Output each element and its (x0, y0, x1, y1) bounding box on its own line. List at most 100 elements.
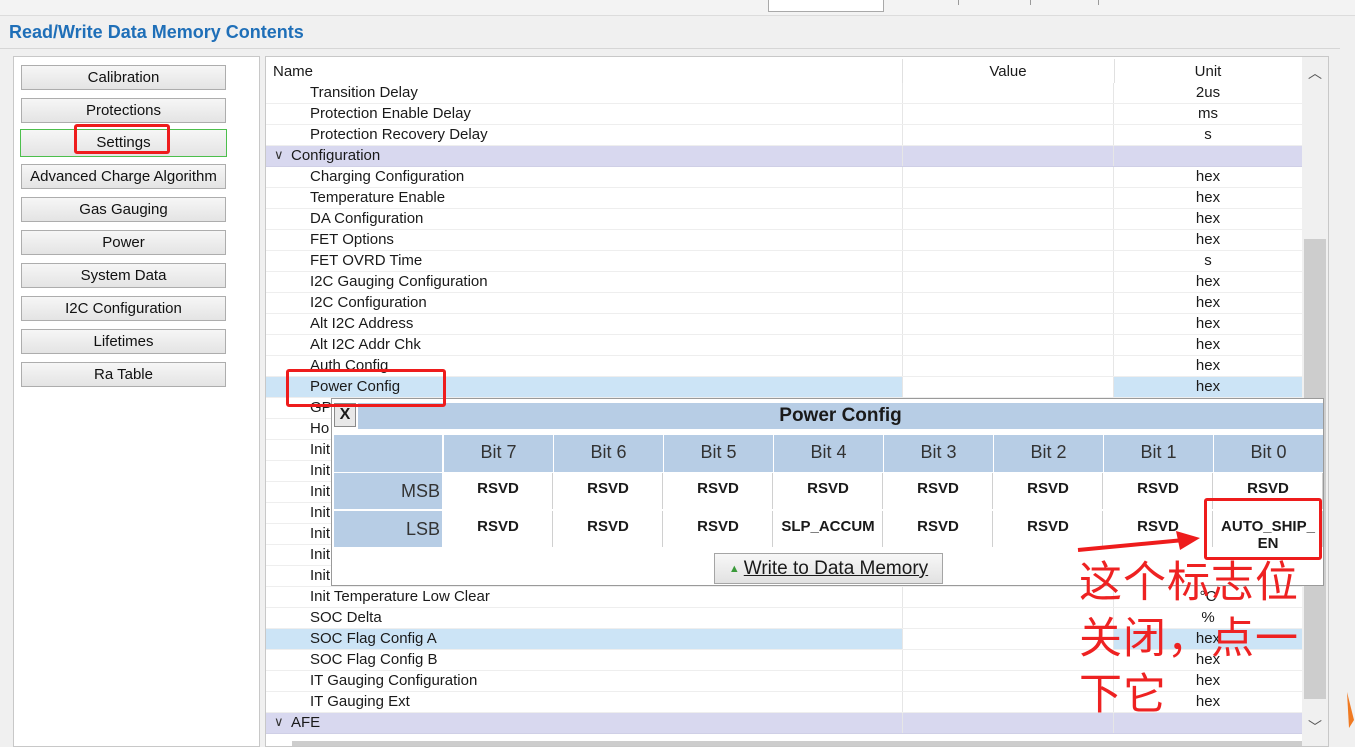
lsb-bit-cell[interactable]: RSVD (664, 511, 773, 547)
write-to-data-memory-button[interactable]: ▲ Write to Data Memory (714, 553, 943, 584)
row-value[interactable] (902, 146, 1114, 166)
nav-button-protections[interactable]: Protections (21, 98, 226, 123)
msb-bit-cell[interactable]: RSVD (994, 473, 1103, 509)
bit-header: Bit 2 (994, 435, 1103, 472)
row-name: AFE (291, 714, 321, 731)
row-value[interactable] (902, 230, 1114, 250)
row-value[interactable] (902, 377, 1114, 397)
row-unit: s (1204, 126, 1212, 143)
close-button[interactable]: X (334, 403, 356, 427)
column-header-row: Name Value Unit (266, 59, 1302, 85)
chevron-down-icon[interactable]: ∨ (274, 714, 284, 730)
nav-button-lifetimes[interactable]: Lifetimes (21, 329, 226, 354)
msb-bit-cell[interactable]: RSVD (1214, 473, 1323, 509)
row-value[interactable] (902, 125, 1114, 145)
nav-button-system-data[interactable]: System Data (21, 263, 226, 288)
row-name: Charging Configuration (310, 168, 465, 185)
row-unit: hex (1195, 378, 1221, 395)
table-row[interactable]: Charging Configuration hex (266, 167, 1302, 188)
row-name: Transition Delay (310, 84, 418, 101)
row-name: Power Config (310, 378, 401, 395)
msb-bit-cell[interactable]: RSVD (884, 473, 993, 509)
table-row[interactable]: Alt I2C Address hex (266, 314, 1302, 335)
popup-title: Power Config (358, 403, 1323, 429)
lsb-bit-cell[interactable]: RSVD (444, 511, 553, 547)
msb-bit-cell[interactable]: RSVD (554, 473, 663, 509)
row-name: SOC Flag Config A (310, 630, 437, 647)
toolbar-separator (958, 0, 959, 5)
row-value[interactable] (902, 314, 1114, 334)
horizontal-scrollbar[interactable] (292, 741, 1302, 746)
lsb-bit-cell[interactable]: RSVD (554, 511, 663, 547)
group-row[interactable]: ∨ Configuration (266, 146, 1302, 167)
nav-button-ra-table[interactable]: Ra Table (21, 362, 226, 387)
bit-header: Bit 1 (1104, 435, 1213, 472)
lsb-bit-cell[interactable]: RSVD (884, 511, 993, 547)
row-value[interactable] (902, 356, 1114, 376)
row-unit: hex (1195, 189, 1221, 206)
nav-button-gas-gauging[interactable]: Gas Gauging (21, 197, 226, 222)
row-name: Configuration (291, 147, 381, 164)
table-row[interactable]: DA Configuration hex (266, 209, 1302, 230)
msb-bit-cell[interactable]: RSVD (664, 473, 773, 509)
nav-button-power[interactable]: Power (21, 230, 226, 255)
table-row[interactable]: I2C Configuration hex (266, 293, 1302, 314)
row-name: Temperature Enable (310, 189, 446, 206)
row-name: Protection Recovery Delay (310, 126, 488, 143)
row-value[interactable] (902, 83, 1114, 103)
row-value[interactable] (902, 209, 1114, 229)
lsb-bit-cell[interactable]: AUTO_SHIP_ EN (1214, 511, 1323, 552)
table-row[interactable]: Alt I2C Addr Chk hex (266, 335, 1302, 356)
column-header-value[interactable]: Value (902, 63, 1114, 80)
table-row[interactable]: I2C Gauging Configuration hex (266, 272, 1302, 293)
msb-bit-cell[interactable]: RSVD (774, 473, 883, 509)
row-name: FET OVRD Time (310, 252, 423, 269)
row-value[interactable] (902, 167, 1114, 187)
table-row[interactable]: Auth Config hex (266, 356, 1302, 377)
lsb-bit-cell[interactable]: SLP_ACCUM (774, 511, 883, 547)
row-value[interactable] (902, 104, 1114, 124)
row-value[interactable] (902, 293, 1114, 313)
category-panel: Calibration Protections Settings Advanced C… (13, 56, 260, 747)
row-name: IT Gauging Configuration (310, 672, 478, 689)
table-row[interactable]: FET Options hex (266, 230, 1302, 251)
lsb-row-label: LSB (334, 511, 442, 547)
row-name: Alt I2C Addr Chk (310, 336, 421, 353)
row-unit: s (1204, 252, 1212, 269)
table-row[interactable]: Power Config hex (266, 377, 1302, 398)
row-value[interactable] (902, 272, 1114, 292)
msb-bit-cell[interactable]: RSVD (1104, 473, 1213, 509)
row-name: I2C Gauging Configuration (310, 273, 488, 290)
column-header-unit[interactable]: Unit (1114, 63, 1302, 80)
header-divider (0, 48, 1340, 49)
row-name: Init (310, 567, 331, 584)
nav-button-advanced-charge-algorithm[interactable]: Advanced Charge Algorithm (21, 164, 226, 189)
write-button-label: Write to Data Memory (743, 558, 929, 579)
nav-button-calibration[interactable]: Calibration (21, 65, 226, 90)
row-unit: hex (1195, 294, 1221, 311)
row-unit: hex (1195, 231, 1221, 248)
row-value[interactable] (902, 335, 1114, 355)
bit-header: Bit 6 (554, 435, 663, 472)
chevron-down-icon[interactable]: ∨ (274, 147, 284, 163)
window-edge-mark (1347, 692, 1354, 728)
row-name: Init (310, 483, 331, 500)
nav-button-settings[interactable]: Settings (20, 129, 227, 157)
annotation-arrow-icon (1077, 531, 1200, 552)
bit-header: Bit 5 (664, 435, 773, 472)
chevron-up-icon[interactable]: ︿ (1308, 63, 1322, 83)
row-value[interactable] (902, 188, 1114, 208)
toolbar-input[interactable] (768, 0, 884, 12)
row-value[interactable] (902, 251, 1114, 271)
table-row[interactable]: Protection Enable Delay ms (266, 104, 1302, 125)
row-unit: hex (1195, 357, 1221, 374)
table-row[interactable]: FET OVRD Time s (266, 251, 1302, 272)
column-header-name[interactable]: Name (273, 63, 313, 80)
bit-header: Bit 0 (1214, 435, 1323, 472)
table-row[interactable]: Protection Recovery Delay s (266, 125, 1302, 146)
msb-bit-cell[interactable]: RSVD (444, 473, 553, 509)
table-row[interactable]: Temperature Enable hex (266, 188, 1302, 209)
nav-button-i2c-configuration[interactable]: I2C Configuration (21, 296, 226, 321)
row-name: Protection Enable Delay (310, 105, 471, 122)
table-row[interactable]: Transition Delay 2us (266, 83, 1302, 104)
